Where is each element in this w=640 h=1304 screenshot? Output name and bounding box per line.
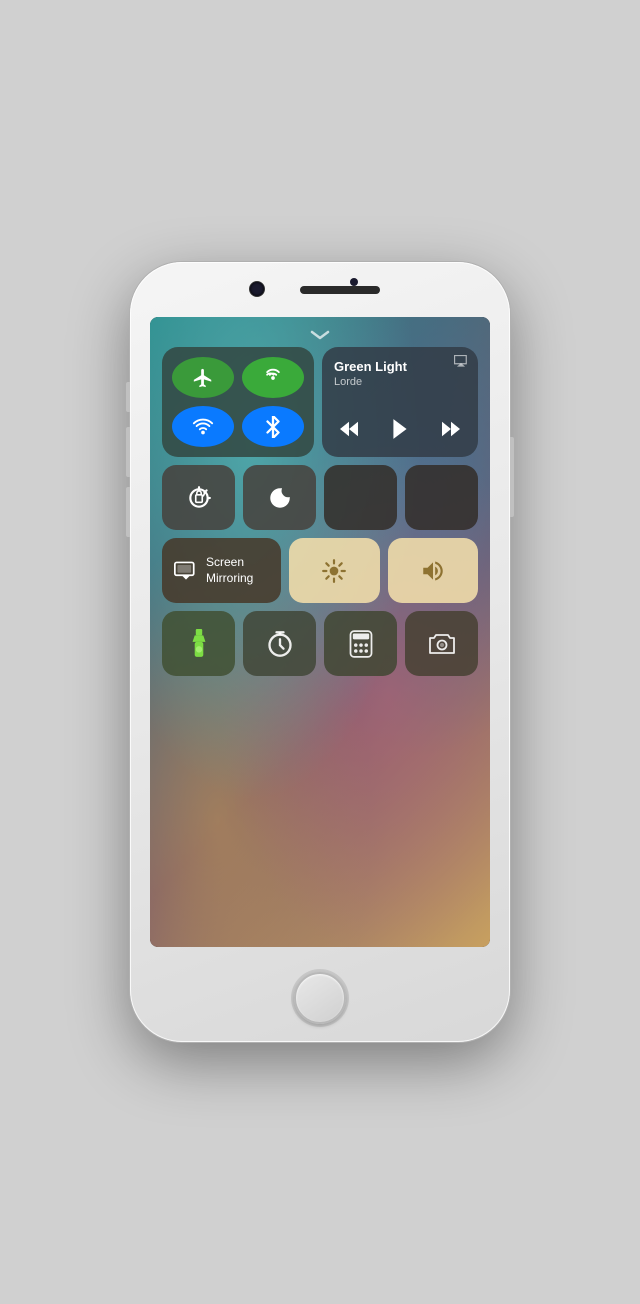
play-button[interactable] [391,418,409,445]
power-button[interactable] [510,437,514,517]
bluetooth-button[interactable] [242,406,304,447]
cellular-button[interactable] [242,357,304,398]
volume-icon [420,558,446,584]
volume-tile[interactable] [388,538,478,603]
volume-down-button[interactable] [126,487,130,537]
lock-rotation-tile[interactable] [162,465,235,530]
screen[interactable]: Green Light Lorde [150,317,490,947]
row-mirroring-sliders: ScreenMirroring [162,538,478,603]
music-info: Green Light Lorde [334,359,466,388]
row-network-music: Green Light Lorde [162,347,478,457]
music-title: Green Light [334,359,466,374]
control-center: Green Light Lorde [162,347,478,935]
screen-mirroring-icon [174,561,198,581]
do-not-disturb-tile[interactable] [243,465,316,530]
volume-up-button[interactable] [126,427,130,477]
phone-body: Green Light Lorde [130,262,510,1042]
music-artist: Lorde [334,376,466,388]
front-camera [250,282,264,296]
screen-mirroring-tile[interactable]: ScreenMirroring [162,538,281,603]
music-controls [334,418,466,445]
mute-switch[interactable] [126,382,130,412]
camera-tile[interactable] [405,611,478,676]
timer-tile[interactable] [243,611,316,676]
brightness-icon [321,558,347,584]
airplane-mode-button[interactable] [172,357,234,398]
tile-empty-2[interactable] [405,465,478,530]
tile-empty-1[interactable] [324,465,397,530]
row-utilities [162,465,478,530]
wifi-button[interactable] [172,406,234,447]
brightness-tile[interactable] [289,538,379,603]
row-apps [162,611,478,676]
calculator-tile[interactable] [324,611,397,676]
screen-background: Green Light Lorde [150,317,490,947]
flashlight-tile[interactable] [162,611,235,676]
forward-button[interactable] [440,420,462,443]
pull-down-chevron[interactable] [308,329,332,341]
home-button[interactable] [294,972,346,1024]
proximity-sensor [350,278,358,286]
speaker-grille [300,286,380,294]
airplay-icon [454,355,468,372]
screen-mirroring-label: ScreenMirroring [206,555,253,586]
network-tile[interactable] [162,347,314,457]
music-tile[interactable]: Green Light Lorde [322,347,478,457]
rewind-button[interactable] [338,420,360,443]
